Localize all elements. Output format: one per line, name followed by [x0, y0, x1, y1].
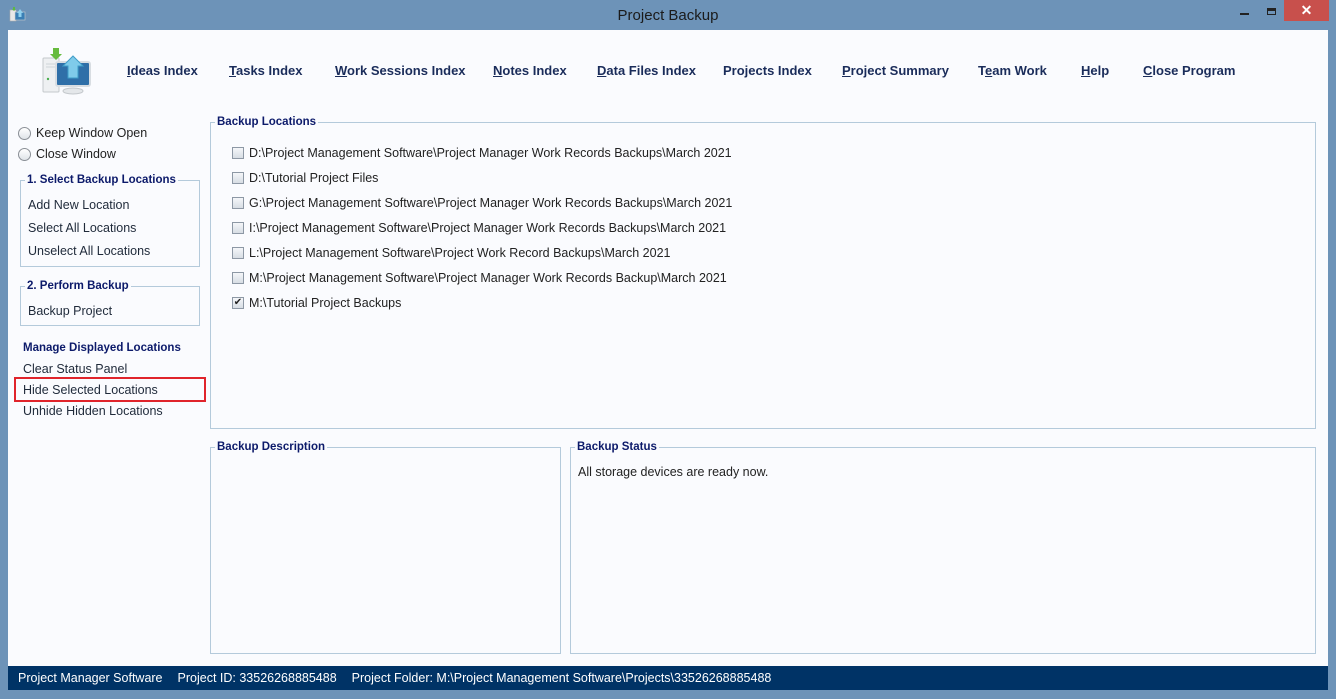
location-checkbox[interactable] — [232, 172, 244, 184]
clear-status-panel-link[interactable]: Clear Status Panel — [23, 362, 127, 376]
location-checkbox[interactable] — [232, 247, 244, 259]
perform-backup-group: 2. Perform Backup — [20, 280, 200, 326]
maximize-button[interactable] — [1258, 0, 1284, 22]
minimize-icon — [1239, 13, 1249, 15]
location-path: D:\Tutorial Project Files — [249, 171, 379, 185]
menu-ideas-index[interactable]: Ideas Index — [127, 63, 198, 78]
app-name: Project Manager Software — [18, 671, 163, 685]
location-checkbox[interactable]: ✔ — [232, 297, 244, 309]
manage-locations-heading: Manage Displayed Locations — [23, 342, 181, 354]
location-checkbox[interactable] — [232, 197, 244, 209]
group-title: 1. Select Backup Locations — [27, 174, 176, 186]
radio-circle[interactable] — [18, 126, 31, 140]
title-bar: Project Backup ✕ — [0, 0, 1336, 30]
window-title: Project Backup — [617, 7, 719, 24]
panel-title: Backup Locations — [217, 116, 317, 128]
keep-window-open-radio[interactable]: Keep Window Open — [18, 126, 147, 140]
backup-location-row[interactable]: M:\Project Management Software\Project M… — [232, 271, 727, 285]
backup-logo-icon — [42, 48, 91, 95]
menu-close-program[interactable]: Close Program — [1143, 63, 1235, 78]
project-id: Project ID: 33526268885488 — [177, 671, 337, 685]
menu-projects-index[interactable]: Projects Index — [723, 63, 812, 78]
backup-project-link[interactable]: Backup Project — [28, 304, 112, 318]
backup-location-row[interactable]: ✔ M:\Tutorial Project Backups — [232, 296, 401, 310]
project-folder: Project Folder: M:\Project Management So… — [351, 671, 772, 685]
menu-data-files-index[interactable]: Data Files Index — [597, 63, 696, 78]
location-path: M:\Tutorial Project Backups — [249, 296, 402, 310]
main-window: Ideas Index Tasks Index Work Sessions In… — [8, 30, 1328, 690]
unhide-hidden-locations-link[interactable]: Unhide Hidden Locations — [23, 404, 163, 418]
minimize-button[interactable] — [1230, 0, 1258, 22]
menu-help[interactable]: Help — [1081, 63, 1109, 78]
menu-tasks-index[interactable]: Tasks Index — [229, 63, 302, 78]
backup-location-row[interactable]: L:\Project Management Software\Project W… — [232, 246, 671, 260]
location-path: G:\Project Management Software\Project M… — [249, 196, 733, 210]
menu-work-sessions-index[interactable]: Work Sessions Index — [335, 63, 466, 78]
backup-location-row[interactable]: I:\Project Management Software\Project M… — [232, 221, 726, 235]
backup-description-panel: Backup Description — [210, 441, 561, 654]
location-path: I:\Project Management Software\Project M… — [249, 221, 727, 235]
backup-location-row[interactable]: D:\Project Management Software\Project M… — [232, 146, 732, 160]
location-checkbox[interactable] — [232, 147, 244, 159]
location-path: L:\Project Management Software\Project W… — [249, 246, 671, 260]
location-checkbox[interactable] — [232, 222, 244, 234]
status-bar: Project Manager Software Project ID: 335… — [8, 666, 1328, 690]
group-title: 2. Perform Backup — [27, 280, 129, 292]
close-window-radio[interactable]: Close Window — [18, 147, 116, 161]
menu-notes-index[interactable]: Notes Index — [493, 63, 567, 78]
backup-status-text: All storage devices are ready now. — [578, 465, 769, 479]
panel-title: Backup Status — [577, 441, 657, 453]
select-all-locations-link[interactable]: Select All Locations — [28, 221, 136, 235]
location-path: M:\Project Management Software\Project M… — [249, 271, 727, 285]
menu-project-summary[interactable]: Project Summary — [842, 63, 949, 78]
location-path: D:\Project Management Software\Project M… — [249, 146, 732, 160]
unselect-all-locations-link[interactable]: Unselect All Locations — [28, 244, 150, 258]
panel-title: Backup Description — [217, 441, 325, 453]
backup-location-row[interactable]: D:\Tutorial Project Files — [232, 171, 378, 185]
maximize-icon — [1266, 7, 1276, 15]
close-icon: ✕ — [1300, 2, 1313, 18]
backup-location-row[interactable]: G:\Project Management Software\Project M… — [232, 196, 732, 210]
location-checkbox[interactable] — [232, 272, 244, 284]
hide-selected-locations-link[interactable]: Hide Selected Locations — [23, 383, 158, 397]
menu-team-work[interactable]: Team Work — [978, 63, 1047, 78]
add-new-location-link[interactable]: Add New Location — [28, 198, 129, 212]
close-button[interactable]: ✕ — [1284, 0, 1329, 21]
radio-circle[interactable] — [18, 147, 31, 161]
